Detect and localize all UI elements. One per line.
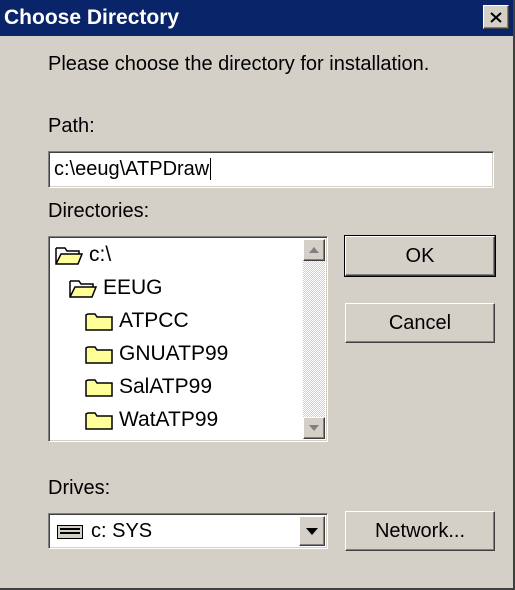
close-icon [490, 11, 502, 23]
chevron-down-icon [306, 527, 318, 535]
open-folder-icon [69, 280, 97, 298]
drives-label: Drives: [48, 477, 111, 499]
choose-directory-dialog: Choose Directory Please choose the direc… [0, 0, 515, 590]
folder-icon [85, 346, 113, 364]
path-input[interactable]: c:\eeug\ATPDraw [48, 151, 494, 188]
path-value: c:\eeug\ATPDraw [54, 158, 210, 180]
directories-label: Directories: [48, 200, 150, 222]
text-caret [210, 158, 212, 180]
cancel-button-label: Cancel [388, 311, 452, 334]
scroll-down-button[interactable] [303, 417, 325, 439]
network-button[interactable]: Network... [345, 511, 495, 551]
directory-item[interactable]: SalATP99 [85, 373, 212, 401]
drives-dropdown-button[interactable] [299, 516, 325, 546]
path-label: Path: [48, 115, 95, 137]
scroll-up-button[interactable] [303, 239, 325, 261]
network-button-label: Network... [374, 519, 466, 542]
directory-item[interactable]: WatATP99 [85, 406, 218, 434]
directory-item-label: c:\ [89, 243, 112, 266]
directory-item[interactable]: EEUG [69, 274, 163, 302]
drives-dropdown[interactable]: c: SYS [48, 513, 328, 549]
arrow-down-icon [309, 425, 319, 431]
close-button[interactable] [483, 5, 509, 29]
ok-button[interactable]: OK [344, 235, 496, 277]
open-folder-icon [55, 247, 83, 265]
directory-item-label: WatATP99 [119, 408, 219, 431]
directory-item-label: GNUATP99 [119, 342, 229, 365]
directory-scrollbar[interactable] [303, 239, 325, 439]
window-title: Choose Directory [4, 6, 180, 29]
directory-item[interactable]: GNUATP99 [85, 340, 228, 368]
directory-item-label: ATPCC [119, 309, 189, 332]
cancel-button[interactable]: Cancel [345, 303, 495, 343]
folder-icon [85, 379, 113, 397]
folder-icon [85, 313, 113, 331]
directory-item[interactable]: ATPCC [85, 307, 189, 335]
directory-item[interactable]: c:\ [55, 241, 111, 269]
drives-value: c: SYS [91, 520, 153, 542]
drive-icon [57, 524, 83, 539]
directory-list[interactable]: c:\ EEUG ATPCC GNUATP99 SalATP99 WatATP99 [48, 236, 328, 442]
title-bar[interactable]: Choose Directory [0, 0, 513, 36]
directory-item-label: SalATP99 [119, 375, 212, 398]
instruction-text: Please choose the directory for installa… [48, 53, 430, 75]
folder-icon [85, 412, 113, 430]
ok-button-label: OK [405, 244, 435, 267]
directory-item-label: EEUG [103, 276, 163, 299]
arrow-up-icon [309, 247, 319, 253]
